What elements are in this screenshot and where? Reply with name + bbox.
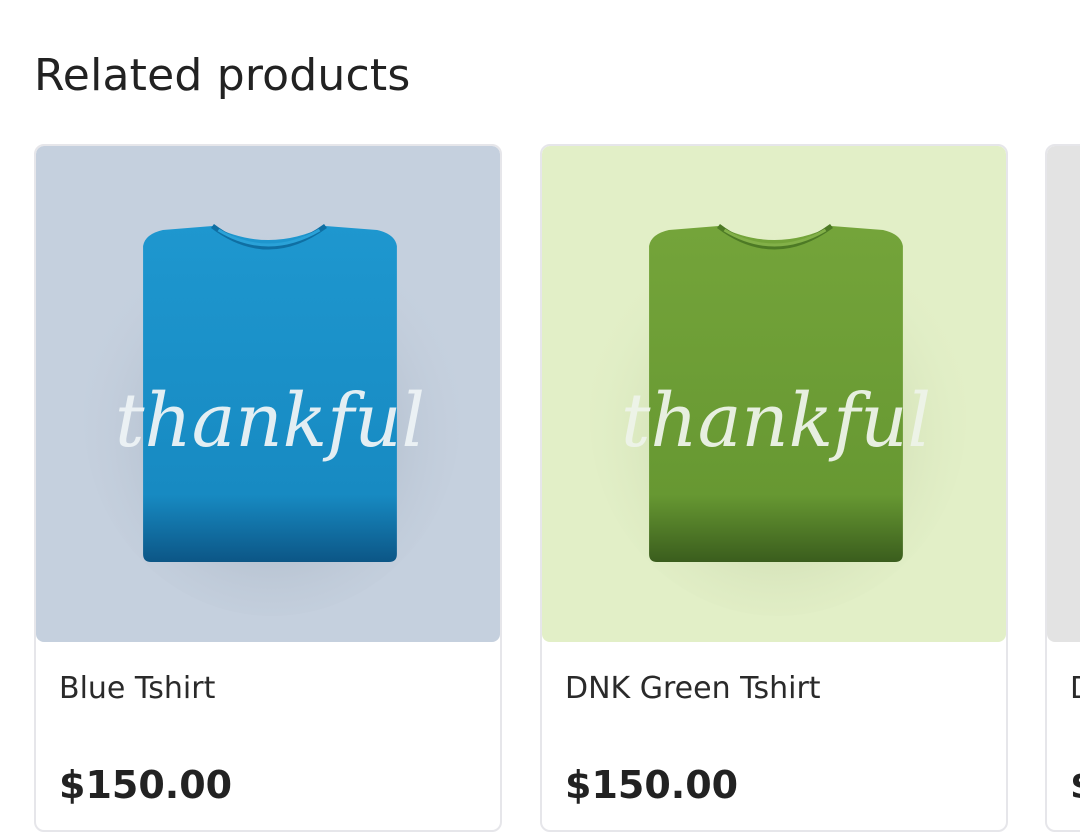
shirt-print-text: thankful [621,379,931,464]
tshirt-image: thankful [36,146,500,642]
product-name[interactable]: DNK Green Tshirt [565,669,821,709]
tshirt-image: thankful [542,146,1006,642]
product-image-placeholder [1047,146,1080,642]
related-products-section: Related products thankful Blue Tshirt $1… [0,0,1080,835]
product-price: $150.00 [565,763,739,807]
product-name[interactable]: Blue Tshirt [59,669,215,709]
product-image[interactable] [1047,146,1080,642]
product-price: $150.00 [1070,760,1080,810]
product-card-green-tshirt[interactable]: thankful DNK Green Tshirt $150.00 [540,144,1008,832]
product-image[interactable]: thankful [542,146,1006,642]
product-image[interactable]: thankful [36,146,500,642]
product-name[interactable]: DNK [1070,669,1080,709]
product-card-blue-tshirt[interactable]: thankful Blue Tshirt $150.00 [34,144,502,832]
product-price: $150.00 [59,763,233,807]
shirt-print-text: thankful [115,379,425,464]
product-carousel: thankful Blue Tshirt $150.00 thankful DN… [0,0,1080,835]
product-card-partial[interactable]: DNK $150.00 [1045,144,1080,832]
